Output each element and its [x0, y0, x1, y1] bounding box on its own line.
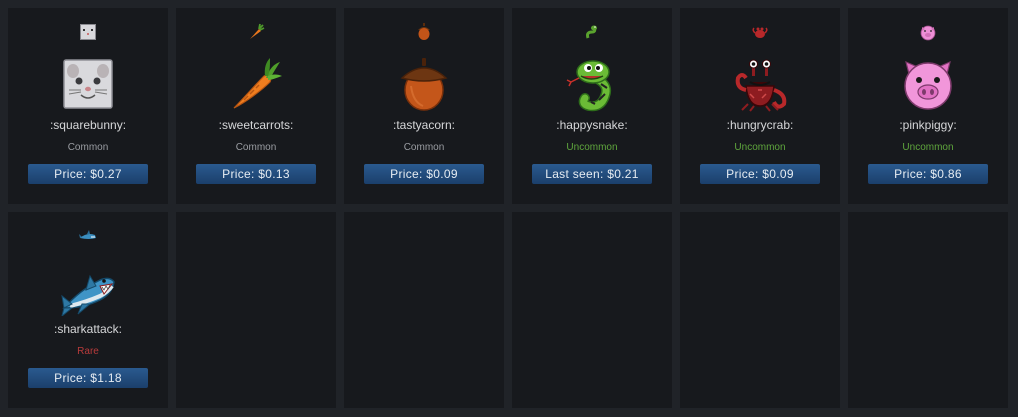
- emoticon-name: :happysnake:: [556, 118, 628, 132]
- empty-slot: [344, 212, 504, 408]
- square-bunny-small-icon: [78, 22, 98, 42]
- crab-icon: [732, 56, 788, 112]
- emoticon-name: :squarebunny:: [49, 118, 127, 132]
- emoticon-card-happysnake[interactable]: :happysnake: Uncommon Last seen: $0.21: [512, 8, 672, 204]
- emoticon-card-tastyacorn[interactable]: :tastyacorn: Common Price: $0.09: [344, 8, 504, 204]
- rarity-label: Rare: [77, 346, 99, 357]
- shark-small-icon: [78, 226, 98, 246]
- emoticon-name: :sweetcarrots:: [218, 118, 294, 132]
- emoticon-name: :hungrycrab:: [726, 118, 794, 132]
- emoticon-card-sweetcarrots[interactable]: :sweetcarrots: Common Price: $0.13: [176, 8, 336, 204]
- last-seen-button[interactable]: Last seen: $0.21: [532, 164, 652, 184]
- emoticon-card-squarebunny[interactable]: :squarebunny: Common Price: $0.27: [8, 8, 168, 204]
- pig-small-icon: [918, 22, 938, 42]
- carrot-small-icon: [246, 22, 266, 42]
- rarity-label: Common: [403, 142, 445, 153]
- rarity-label: Common: [67, 142, 109, 153]
- price-button[interactable]: Price: $1.18: [28, 368, 148, 388]
- emoticon-card-sharkattack[interactable]: :sharkattack: Rare Price: $1.18: [8, 212, 168, 408]
- pig-icon: [900, 56, 956, 112]
- emoticon-name: :pinkpiggy:: [899, 118, 957, 132]
- square-bunny-icon: [60, 56, 116, 112]
- price-button[interactable]: Price: $0.13: [196, 164, 316, 184]
- price-button[interactable]: Price: $0.27: [28, 164, 148, 184]
- acorn-icon: [396, 56, 452, 112]
- price-button[interactable]: Price: $0.09: [364, 164, 484, 184]
- emoticon-name: :tastyacorn:: [392, 118, 456, 132]
- shark-icon: [60, 260, 116, 316]
- carrot-icon: [228, 56, 284, 112]
- emoticon-card-hungrycrab[interactable]: :hungrycrab: Uncommon Price: $0.09: [680, 8, 840, 204]
- price-button[interactable]: Price: $0.09: [700, 164, 820, 184]
- snake-small-icon: [582, 22, 602, 42]
- rarity-label: Uncommon: [734, 142, 786, 153]
- snake-icon: [564, 56, 620, 112]
- empty-slot: [176, 212, 336, 408]
- emoticon-card-pinkpiggy[interactable]: :pinkpiggy: Uncommon Price: $0.86: [848, 8, 1008, 204]
- rarity-label: Uncommon: [902, 142, 954, 153]
- rarity-label: Common: [235, 142, 277, 153]
- empty-slot: [848, 212, 1008, 408]
- empty-slot: [680, 212, 840, 408]
- rarity-label: Uncommon: [566, 142, 618, 153]
- empty-slot: [512, 212, 672, 408]
- crab-small-icon: [750, 22, 770, 42]
- price-button[interactable]: Price: $0.86: [868, 164, 988, 184]
- acorn-small-icon: [414, 22, 434, 42]
- emoticon-grid: :squarebunny: Common Price: $0.27 :sweet…: [8, 8, 1016, 409]
- emoticon-name: :sharkattack:: [53, 322, 123, 336]
